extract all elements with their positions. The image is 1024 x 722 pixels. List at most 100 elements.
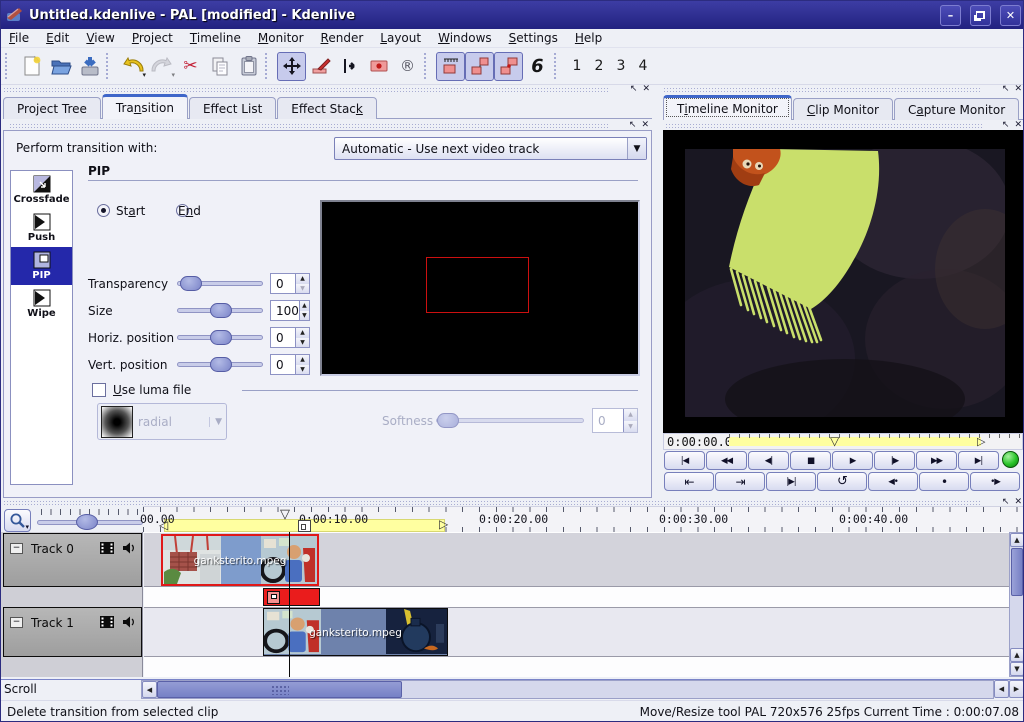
use-luma-checkbox[interactable] (92, 383, 106, 397)
transparency-spinbox[interactable]: 0 ▲▼ (270, 273, 310, 294)
paste-button[interactable] (234, 52, 263, 81)
menu-settings[interactable]: Settings (509, 31, 558, 45)
vert-position-spinbox[interactable]: 0 ▲▼ (270, 354, 310, 375)
record-region-button[interactable]: ® (393, 52, 422, 81)
next-marker-button[interactable]: •▶ (970, 472, 1020, 491)
dock-float-icon[interactable]: ↖ (1002, 120, 1010, 130)
record-button[interactable] (1002, 451, 1019, 468)
dock-float-icon[interactable]: ↖ (629, 120, 637, 130)
slider-handle[interactable] (437, 413, 459, 428)
scroll-right-icon[interactable]: ▶ (1009, 680, 1024, 698)
use-luma-label[interactable]: Use luma file (113, 383, 191, 397)
monitor-inner-dock-handle[interactable]: ↖ ✕ (663, 122, 1024, 130)
zone-in-marker[interactable]: ◁ (159, 519, 168, 531)
scroll-left-icon[interactable]: ◀ (994, 680, 1009, 698)
scroll-left-icon[interactable]: ◀ (142, 681, 157, 698)
zone-end-button[interactable]: ⇥ (715, 472, 765, 491)
play-zone-button[interactable]: |▶| (766, 472, 816, 491)
start-radio-label[interactable]: Start (116, 204, 145, 218)
luma-file-select[interactable]: radial ▼ (97, 403, 227, 440)
layout-1-button[interactable]: 1 (566, 53, 588, 80)
pip-rect[interactable] (426, 257, 529, 313)
rewind-button[interactable]: ◀◀ (706, 451, 747, 470)
slider-handle[interactable] (210, 357, 232, 372)
spin-down-icon[interactable]: ▼ (296, 284, 309, 294)
layout-3-button[interactable]: 3 (610, 53, 632, 80)
track-0-header[interactable]: − Track 0 (3, 533, 142, 587)
monitor-zone-end-marker[interactable]: ▷ (977, 436, 985, 447)
timeline-zoom-slider[interactable] (37, 509, 143, 531)
zoom-slider-handle[interactable] (76, 514, 98, 530)
spin-up-icon[interactable]: ▲ (300, 301, 309, 311)
horiz-position-slider[interactable] (177, 335, 263, 340)
menu-project[interactable]: Project (132, 31, 173, 45)
tab-clip-monitor[interactable]: Clip Monitor (793, 98, 893, 120)
collapse-track-icon[interactable]: − (10, 543, 23, 554)
spin-value[interactable]: 0 (271, 355, 295, 374)
scroll-up-icon[interactable]: ▲ (1010, 533, 1024, 547)
end-radio-label[interactable]: End (178, 204, 201, 218)
go-end-button[interactable]: ▶| (958, 451, 999, 470)
monitor-ruler[interactable]: 0:00:00.00 ▽ ▷ (663, 433, 1023, 450)
layout-2-button[interactable]: 2 (588, 53, 610, 80)
transition-type-pip[interactable]: PIP (11, 247, 72, 285)
tab-timeline-monitor[interactable]: Timeline Monitor (663, 95, 792, 120)
menu-file[interactable]: File (9, 31, 29, 45)
frame-forward-button[interactable]: |▶ (874, 451, 915, 470)
tab-transition[interactable]: Transition (102, 94, 188, 119)
go-start-button[interactable]: |◀ (664, 451, 705, 470)
timeline-hscrollbar[interactable]: ◀ (141, 680, 994, 699)
tab-effect-stack[interactable]: Effect Stack (277, 97, 377, 119)
monitor-dock-handle[interactable]: ↖ ✕ (661, 86, 1024, 94)
timeline-clip-track1[interactable]: ganksterito.mpeg (263, 608, 448, 656)
tab-capture-monitor[interactable]: Capture Monitor (894, 98, 1019, 120)
spin-down-icon[interactable]: ▼ (296, 338, 309, 348)
vert-position-slider[interactable] (177, 362, 263, 367)
spacer-tool-button[interactable] (335, 52, 364, 81)
monitor-playhead-marker[interactable]: ▽ (830, 435, 839, 447)
spin-up-icon[interactable]: ▲ (296, 274, 309, 284)
chevron-down-icon[interactable]: ▼ (627, 138, 646, 159)
snap-to-frame-button[interactable] (436, 52, 465, 81)
play-button[interactable]: ▶ (832, 451, 873, 470)
pip-preview[interactable] (320, 200, 640, 376)
timeline-playhead-line[interactable] (289, 532, 290, 677)
scroll-down-icon[interactable]: ▼ (1010, 662, 1024, 676)
menu-render[interactable]: Render (321, 31, 364, 45)
snap-to-clip-button[interactable] (465, 52, 494, 81)
hscroll-thumb[interactable] (157, 681, 402, 698)
timeline-zoom-button[interactable]: ▾ (4, 509, 31, 532)
slider-handle[interactable] (180, 276, 202, 291)
maximize-button[interactable] (970, 5, 991, 26)
redo-dropdown-arrow[interactable]: ▾ (171, 71, 175, 79)
cut-button[interactable]: ✂ (176, 52, 205, 81)
frame-back-button[interactable]: ◀| (748, 451, 789, 470)
spin-up-icon[interactable]: ▲ (296, 355, 309, 365)
slider-handle[interactable] (210, 303, 232, 318)
transparency-slider[interactable] (177, 281, 263, 286)
razor-tool-button[interactable] (306, 52, 335, 81)
menu-view[interactable]: View (86, 31, 114, 45)
save-button[interactable] (75, 52, 104, 81)
layout-4-button[interactable]: 4 (632, 53, 654, 80)
menu-monitor[interactable]: Monitor (258, 31, 304, 45)
tab-project-tree[interactable]: Project Tree (3, 97, 101, 119)
move-resize-tool-button[interactable] (277, 52, 306, 81)
undo-button[interactable]: ▾ (118, 52, 147, 81)
start-radio[interactable] (97, 204, 110, 217)
collapse-track-icon[interactable]: − (10, 617, 23, 628)
spin-up-icon[interactable]: ▲ (296, 328, 309, 338)
menu-timeline[interactable]: Timeline (190, 31, 241, 45)
spin-value[interactable]: 0 (271, 274, 295, 293)
minimize-button[interactable]: – (940, 5, 961, 26)
menu-layout[interactable]: Layout (380, 31, 421, 45)
dock-close-icon[interactable]: ✕ (641, 120, 649, 130)
horn-tool-button[interactable]: 6 (523, 52, 552, 81)
close-button[interactable]: ✕ (1000, 5, 1021, 26)
transition-track-select[interactable]: Automatic - Use next video track ▼ (334, 137, 647, 160)
softness-slider[interactable] (436, 418, 584, 423)
monitor-zone-bar[interactable] (729, 437, 981, 446)
ruler-seek-box[interactable] (298, 520, 311, 532)
chevron-down-icon[interactable]: ▾ (25, 523, 29, 531)
copy-button[interactable] (205, 52, 234, 81)
